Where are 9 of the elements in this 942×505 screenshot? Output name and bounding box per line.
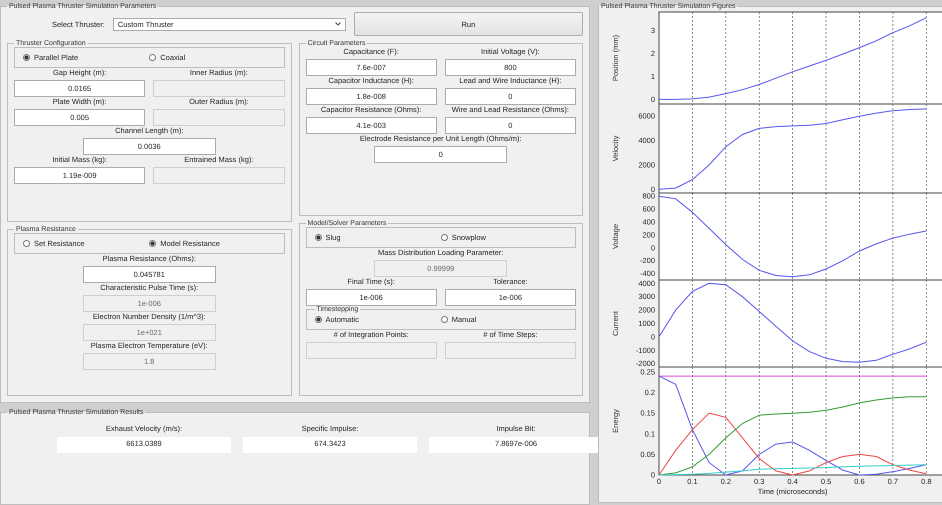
radio-button[interactable] <box>149 54 156 61</box>
radio-button[interactable] <box>314 234 322 241</box>
radio-button[interactable] <box>23 54 30 61</box>
radio-button[interactable] <box>23 240 30 247</box>
caret-icon <box>334 22 341 26</box>
radio-button[interactable] <box>149 240 156 247</box>
radio-button[interactable] <box>440 234 448 241</box>
radio-button[interactable] <box>440 316 448 323</box>
radio-button[interactable] <box>314 316 322 323</box>
